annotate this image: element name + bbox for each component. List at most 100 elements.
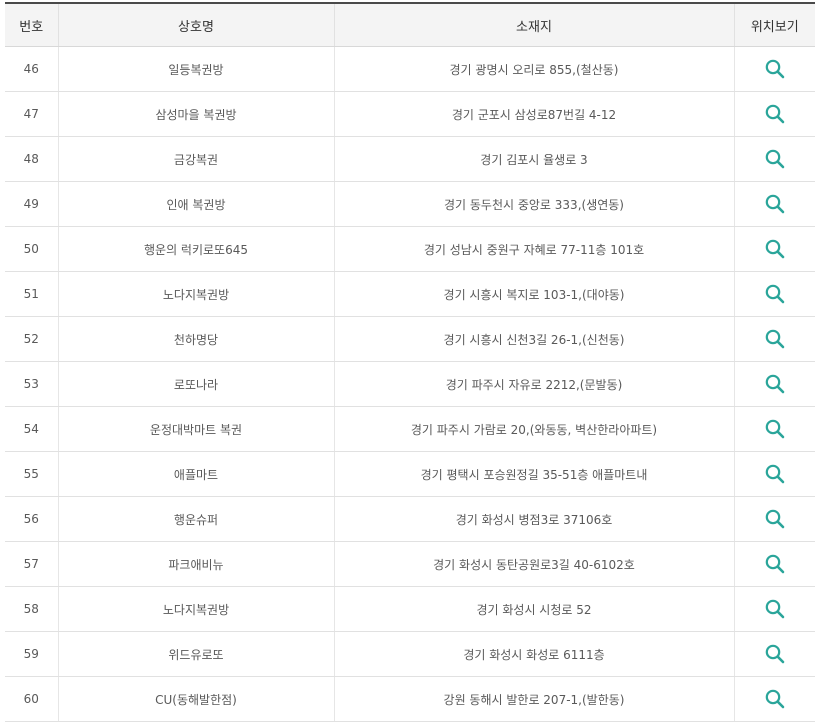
search-icon[interactable] (763, 102, 787, 126)
row-number: 58 (5, 586, 58, 632)
row-address: 경기 파주시 가람로 20,(와동동, 벽산한라아파트) (333, 406, 734, 452)
row-store-name: 행운의 럭키로또645 (57, 226, 334, 272)
view-location-button[interactable] (763, 192, 787, 216)
view-location-button[interactable] (763, 507, 787, 531)
search-icon[interactable] (763, 57, 787, 81)
table-row: 58 노다지복권방 경기 화성시 시청로 52 (5, 586, 815, 632)
row-number: 54 (5, 406, 58, 452)
view-location-button[interactable] (763, 462, 787, 486)
table-header: 번호 상호명 소재지 위치보기 (5, 3, 815, 47)
row-store-name: 금강복권 (57, 136, 334, 182)
search-icon[interactable] (763, 507, 787, 531)
row-address: 경기 파주시 자유로 2212,(문발동) (333, 361, 734, 407)
row-number: 46 (5, 46, 58, 92)
row-location-cell (733, 676, 815, 722)
search-icon[interactable] (763, 192, 787, 216)
view-location-button[interactable] (763, 687, 787, 711)
search-icon[interactable] (763, 597, 787, 621)
table-row: 50 행운의 럭키로또645 경기 성남시 중원구 자혜로 77-11층 101호 (5, 226, 815, 272)
table-row: 55 애플마트 경기 평택시 포승원정길 35-51층 애플마트내 (5, 451, 815, 497)
header-row: 번호 상호명 소재지 위치보기 (5, 3, 815, 47)
table-row: 57 파크애비뉴 경기 화성시 동탄공원로3길 40-6102호 (5, 541, 815, 587)
row-store-name: 로또나라 (57, 361, 334, 407)
table-row: 54 운정대박마트 복권 경기 파주시 가람로 20,(와동동, 벽산한라아파트) (5, 406, 815, 452)
search-icon[interactable] (763, 237, 787, 261)
view-location-button[interactable] (763, 57, 787, 81)
table-body: 46 일등복권방 경기 광명시 오리로 855,(철산동) 47 삼성마을 복권방 경기 … (5, 46, 815, 722)
view-location-button[interactable] (763, 642, 787, 666)
row-number: 57 (5, 541, 58, 587)
search-icon[interactable] (763, 687, 787, 711)
row-location-cell (733, 91, 815, 137)
row-location-cell (733, 271, 815, 317)
row-address: 경기 화성시 화성로 6111층 (333, 631, 734, 677)
search-icon[interactable] (763, 552, 787, 576)
row-store-name: 노다지복권방 (57, 271, 334, 317)
row-store-name: 천하명당 (57, 316, 334, 362)
search-icon[interactable] (763, 642, 787, 666)
header-number: 번호 (5, 3, 58, 47)
row-location-cell (733, 361, 815, 407)
row-store-name: 인애 복권방 (57, 181, 334, 227)
row-store-name: 위드유로또 (57, 631, 334, 677)
row-number: 50 (5, 226, 58, 272)
row-location-cell (733, 136, 815, 182)
row-number: 53 (5, 361, 58, 407)
view-location-button[interactable] (763, 282, 787, 306)
row-location-cell (733, 496, 815, 542)
table-row: 49 인애 복권방 경기 동두천시 중앙로 333,(생연동) (5, 181, 815, 227)
row-store-name: 삼성마을 복권방 (57, 91, 334, 137)
row-address: 경기 광명시 오리로 855,(철산동) (333, 46, 734, 92)
row-number: 60 (5, 676, 58, 722)
view-location-button[interactable] (763, 372, 787, 396)
search-icon[interactable] (763, 417, 787, 441)
table-row: 56 행운슈퍼 경기 화성시 병점3로 37106호 (5, 496, 815, 542)
row-number: 59 (5, 631, 58, 677)
row-store-name: 애플마트 (57, 451, 334, 497)
table-row: 51 노다지복권방 경기 시흥시 복지로 103-1,(대야동) (5, 271, 815, 317)
table-row: 53 로또나라 경기 파주시 자유로 2212,(문발동) (5, 361, 815, 407)
view-location-button[interactable] (763, 237, 787, 261)
row-number: 52 (5, 316, 58, 362)
row-location-cell (733, 631, 815, 677)
view-location-button[interactable] (763, 102, 787, 126)
view-location-button[interactable] (763, 147, 787, 171)
row-address: 경기 화성시 시청로 52 (333, 586, 734, 632)
search-icon[interactable] (763, 327, 787, 351)
row-address: 경기 화성시 병점3로 37106호 (333, 496, 734, 542)
row-location-cell (733, 541, 815, 587)
row-location-cell (733, 316, 815, 362)
search-icon[interactable] (763, 147, 787, 171)
row-address: 강원 동해시 발한로 207-1,(발한동) (333, 676, 734, 722)
view-location-button[interactable] (763, 552, 787, 576)
search-icon[interactable] (763, 462, 787, 486)
row-address: 경기 시흥시 신천3길 26-1,(신천동) (333, 316, 734, 362)
row-number: 47 (5, 91, 58, 137)
row-number: 55 (5, 451, 58, 497)
row-number: 49 (5, 181, 58, 227)
search-icon[interactable] (763, 372, 787, 396)
row-location-cell (733, 451, 815, 497)
row-number: 51 (5, 271, 58, 317)
row-address: 경기 평택시 포승원정길 35-51층 애플마트내 (333, 451, 734, 497)
row-store-name: 운정대박마트 복권 (57, 406, 334, 452)
view-location-button[interactable] (763, 327, 787, 351)
view-location-button[interactable] (763, 417, 787, 441)
page: 번호 상호명 소재지 위치보기 46 일등복권방 경기 광명시 오리로 855,(철… (0, 0, 822, 728)
search-icon[interactable] (763, 282, 787, 306)
row-address: 경기 김포시 율생로 3 (333, 136, 734, 182)
row-location-cell (733, 181, 815, 227)
row-address: 경기 군포시 삼성로87번길 4-12 (333, 91, 734, 137)
row-address: 경기 시흥시 복지로 103-1,(대야동) (333, 271, 734, 317)
table-row: 52 천하명당 경기 시흥시 신천3길 26-1,(신천동) (5, 316, 815, 362)
row-location-cell (733, 46, 815, 92)
row-address: 경기 동두천시 중앙로 333,(생연동) (333, 181, 734, 227)
store-list-table: 번호 상호명 소재지 위치보기 46 일등복권방 경기 광명시 오리로 855,(철… (5, 2, 815, 722)
table-row: 59 위드유로또 경기 화성시 화성로 6111층 (5, 631, 815, 677)
row-store-name: CU(동해발한점) (57, 676, 334, 722)
row-store-name: 일등복권방 (57, 46, 334, 92)
header-address: 소재지 (333, 3, 734, 47)
header-store-name: 상호명 (57, 3, 334, 47)
view-location-button[interactable] (763, 597, 787, 621)
table-row: 47 삼성마을 복권방 경기 군포시 삼성로87번길 4-12 (5, 91, 815, 137)
